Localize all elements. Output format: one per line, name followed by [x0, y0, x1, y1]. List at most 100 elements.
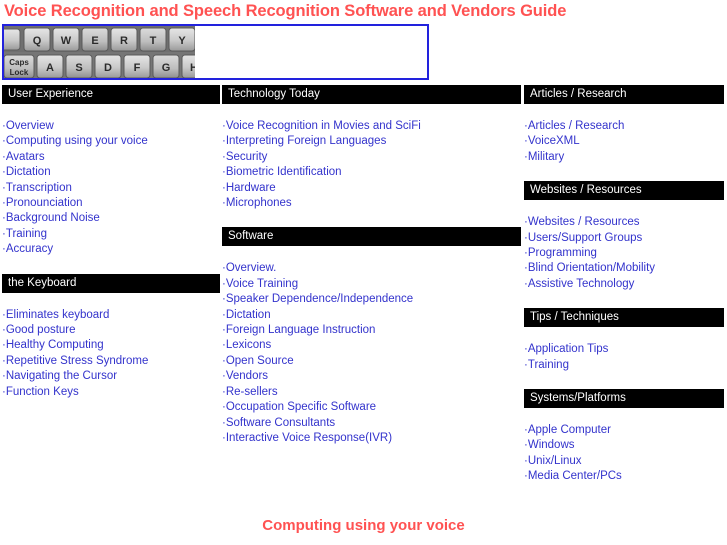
nav-link[interactable]: Microphones: [226, 197, 292, 209]
nav-link[interactable]: Windows: [528, 439, 575, 451]
nav-link[interactable]: Apple Computer: [528, 424, 611, 436]
nav-link[interactable]: Occupation Specific Software: [226, 401, 376, 413]
keyboard-photo-icon: Q W E R T Y Caps Lock A S D F G: [4, 26, 195, 78]
list-item: ·Speaker Dependence/Independence: [222, 292, 521, 307]
nav-link[interactable]: Lexicons: [226, 339, 271, 351]
section-header-systems-platforms: Systems/Platforms: [524, 389, 724, 409]
nav-link[interactable]: Blind Orientation/Mobility: [528, 262, 655, 274]
nav-link[interactable]: Accuracy: [6, 243, 53, 255]
nav-link[interactable]: Pronounciation: [6, 197, 83, 209]
list-item: ·Dictation: [2, 165, 220, 180]
nav-link[interactable]: Media Center/PCs: [528, 470, 622, 482]
nav-link[interactable]: Open Source: [226, 355, 294, 367]
list-item: ·Vendors: [222, 369, 521, 384]
nav-link[interactable]: Foreign Language Instruction: [226, 324, 376, 336]
list-item: ·Articles / Research: [524, 119, 724, 134]
list-item: ·Open Source: [222, 354, 521, 369]
nav-link[interactable]: Hardware: [226, 182, 276, 194]
nav-link[interactable]: Security: [226, 151, 268, 163]
list-item: ·Lexicons: [222, 338, 521, 353]
list-item: ·Pronounciation: [2, 196, 220, 211]
nav-link[interactable]: Avatars: [6, 151, 45, 163]
nav-link[interactable]: Articles / Research: [528, 120, 625, 132]
nav-link[interactable]: Users/Support Groups: [528, 232, 642, 244]
nav-link[interactable]: Websites / Resources: [528, 216, 640, 228]
svg-text:R: R: [120, 35, 128, 47]
section-header-user-experience: User Experience: [2, 85, 220, 104]
list-item: ·Assistive Technology: [524, 277, 724, 292]
list-item: ·VoiceXML: [524, 134, 724, 149]
list-item: ·Repetitive Stress Syndrome: [2, 354, 220, 369]
nav-link[interactable]: Healthy Computing: [6, 339, 104, 351]
nav-link[interactable]: Good posture: [6, 324, 76, 336]
list-item: ·Interactive Voice Response(IVR): [222, 431, 521, 446]
nav-link[interactable]: Biometric Identification: [226, 166, 342, 178]
list-item: ·Programming: [524, 246, 724, 261]
list-item: ·Websites / Resources: [524, 215, 724, 230]
svg-text:Lock: Lock: [10, 68, 29, 77]
list-item: ·Function Keys: [2, 385, 220, 400]
nav-link[interactable]: Transcription: [6, 182, 72, 194]
column-right: Articles / Research ·Articles / Research ·…: [524, 85, 724, 485]
section-header-technology-today: Technology Today: [222, 85, 521, 104]
nav-link[interactable]: Programming: [528, 247, 597, 259]
link-list: ·Application Tips ·Training: [524, 342, 724, 373]
section-header-articles-research: Articles / Research: [524, 85, 724, 104]
nav-link[interactable]: Assistive Technology: [528, 278, 635, 290]
list-item: ·Software Consultants: [222, 416, 521, 431]
nav-link[interactable]: Unix/Linux: [528, 455, 582, 467]
nav-link[interactable]: Dictation: [6, 166, 51, 178]
list-item: ·Foreign Language Instruction: [222, 323, 521, 338]
column-left: User Experience ·Overview ·Computing using…: [2, 85, 220, 400]
list-item: ·Apple Computer: [524, 423, 724, 438]
nav-link[interactable]: Software Consultants: [226, 417, 335, 429]
list-item: ·Eliminates keyboard: [2, 308, 220, 323]
nav-link[interactable]: Overview: [6, 120, 54, 132]
nav-link[interactable]: Military: [528, 151, 564, 163]
nav-link[interactable]: Computing using your voice: [6, 135, 148, 147]
banner-box: Q W E R T Y Caps Lock A S D F G: [2, 24, 429, 80]
nav-link[interactable]: VoiceXML: [528, 135, 580, 147]
nav-link[interactable]: Navigating the Cursor: [6, 370, 117, 382]
nav-link[interactable]: Eliminates keyboard: [6, 309, 110, 321]
list-item: ·Voice Training: [222, 277, 521, 292]
nav-link[interactable]: Repetitive Stress Syndrome: [6, 355, 149, 367]
nav-link[interactable]: Training: [528, 359, 569, 371]
list-item: ·Application Tips: [524, 342, 724, 357]
section-header-software: Software: [222, 227, 521, 247]
list-item: ·Dictation: [222, 308, 521, 323]
nav-link[interactable]: Voice Recognition in Movies and SciFi: [226, 120, 421, 132]
nav-link[interactable]: Dictation: [226, 309, 271, 321]
nav-link[interactable]: Background Noise: [6, 212, 100, 224]
nav-link[interactable]: Re-sellers: [226, 386, 278, 398]
nav-link[interactable]: Function Keys: [6, 386, 79, 398]
list-item: ·Overview.: [222, 261, 521, 276]
nav-link[interactable]: Voice Training: [226, 278, 298, 290]
nav-link[interactable]: Vendors: [226, 370, 268, 382]
nav-link[interactable]: Speaker Dependence/Independence: [226, 293, 413, 305]
svg-text:H: H: [190, 62, 195, 74]
nav-link[interactable]: Interactive Voice Response(IVR): [226, 432, 392, 444]
svg-text:F: F: [134, 62, 141, 74]
list-item: ·Accuracy: [2, 242, 220, 257]
nav-link[interactable]: Training: [6, 228, 47, 240]
nav-link[interactable]: Interpreting Foreign Languages: [226, 135, 386, 147]
list-item: ·Security: [222, 150, 521, 165]
section-header-the-keyboard: the Keyboard: [2, 273, 220, 293]
link-list: ·Voice Recognition in Movies and SciFi ·I…: [222, 119, 521, 211]
nav-link[interactable]: Application Tips: [528, 343, 609, 355]
list-item: ·Healthy Computing: [2, 338, 220, 353]
svg-text:W: W: [61, 35, 72, 47]
nav-link[interactable]: Overview.: [226, 262, 277, 274]
